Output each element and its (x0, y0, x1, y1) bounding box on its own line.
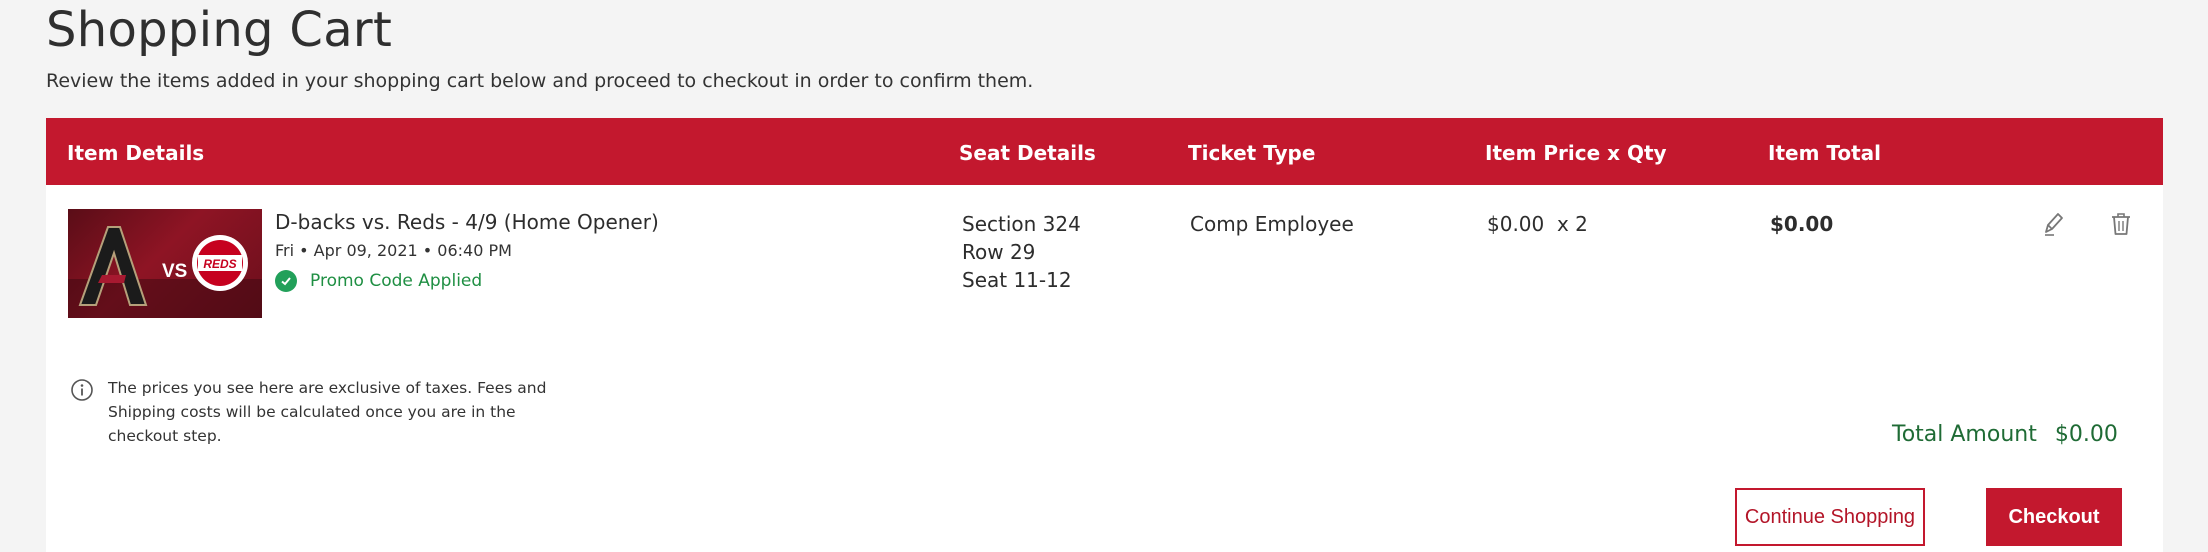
page-subtitle: Review the items added in your shopping … (46, 70, 1034, 92)
event-name[interactable]: D-backs vs. Reds - 4/9 (Home Opener) (275, 210, 659, 234)
event-thumbnail[interactable]: VS REDS (68, 209, 262, 318)
seat-row: Row 29 (962, 240, 1036, 264)
header-seat-details: Seat Details (959, 141, 1096, 165)
header-price-qty: Item Price x Qty (1485, 141, 1667, 165)
pencil-icon[interactable] (2040, 210, 2066, 238)
info-icon (70, 378, 94, 406)
total-label: Total Amount (1892, 422, 2037, 447)
ticket-type: Comp Employee (1190, 212, 1354, 236)
header-item-total: Item Total (1768, 141, 1882, 165)
trash-icon[interactable] (2108, 210, 2134, 238)
seat-numbers: Seat 11-12 (962, 268, 1072, 292)
cart-panel: Item Details Seat Details Ticket Type It… (46, 118, 2163, 552)
thumbnail-vs: VS (162, 261, 187, 282)
promo-status: Promo Code Applied (275, 269, 482, 293)
tax-info-line-1: The prices you see here are exclusive of… (108, 379, 547, 397)
price-qty: $0.00 x 2 (1487, 212, 1588, 236)
continue-shopping-button[interactable]: Continue Shopping (1735, 488, 1925, 546)
matchup-logo-icon: VS REDS (68, 226, 262, 318)
tax-info-line-2: Shipping costs will be calculated once y… (108, 403, 516, 421)
tax-info-line-3: checkout step. (108, 427, 222, 445)
check-circle-icon (275, 270, 297, 292)
page: Shopping Cart Review the items added in … (0, 0, 2208, 552)
total-value: $0.00 (2054, 422, 2118, 447)
header-item-details: Item Details (67, 141, 205, 165)
header-ticket-type: Ticket Type (1188, 141, 1316, 165)
seat-details: Section 324 Row 29 Seat 11-12 (962, 210, 1081, 294)
total-amount: Total Amount $0.00 (1892, 422, 2118, 447)
tax-info-text: The prices you see here are exclusive of… (108, 376, 608, 448)
seat-section: Section 324 (962, 212, 1081, 236)
event-date: Fri • Apr 09, 2021 • 06:40 PM (275, 241, 512, 260)
cart-table-header: Item Details Seat Details Ticket Type It… (46, 118, 2163, 185)
checkout-button[interactable]: Checkout (1986, 488, 2122, 546)
thumbnail-reds: REDS (203, 257, 236, 271)
page-title: Shopping Cart (46, 2, 393, 58)
item-total: $0.00 (1770, 212, 1834, 236)
promo-label: Promo Code Applied (310, 271, 483, 291)
